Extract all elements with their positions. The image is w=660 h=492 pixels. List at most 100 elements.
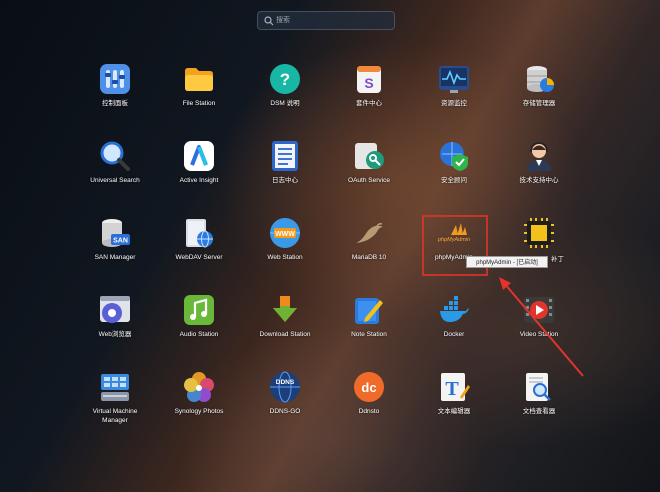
help-icon: ? xyxy=(269,63,301,95)
app-label: Ddnsto xyxy=(358,408,380,415)
svg-text:S: S xyxy=(364,75,373,91)
app-label: Note Station xyxy=(351,331,387,338)
app-file-station[interactable]: File Station xyxy=(151,61,247,133)
app-ddnsto[interactable]: dc Ddnsto xyxy=(321,369,417,441)
svg-text:phpMyAdmin: phpMyAdmin xyxy=(438,237,470,243)
phpmyadmin-icon: phpMyAdmin xyxy=(438,217,470,249)
document-viewer-icon xyxy=(523,371,555,403)
app-tooltip: phpMyAdmin - [已启动] xyxy=(466,256,548,268)
control-panel-icon xyxy=(99,63,131,95)
app-label: Synology Photos xyxy=(174,408,224,415)
docker-whale-icon xyxy=(438,294,470,326)
virtual-machine-icon xyxy=(99,371,131,403)
app-download-station[interactable]: Download Station xyxy=(237,292,333,364)
active-insight-icon xyxy=(183,140,215,172)
app-webdav-server[interactable]: WebDAV Server xyxy=(151,215,247,287)
app-label: 套件中心 xyxy=(356,100,382,107)
app-label: MariaDB 10 xyxy=(351,254,387,261)
app-label: Web浏览器 xyxy=(98,331,132,338)
app-oauth-service[interactable]: OAuth Service xyxy=(321,138,417,210)
app-label: DSM 说明 xyxy=(270,100,300,107)
search-bar[interactable] xyxy=(257,11,395,30)
app-label: SAN Manager xyxy=(94,254,136,261)
app-label: 技术支持中心 xyxy=(519,177,559,184)
app-log-center[interactable]: 日志中心 xyxy=(237,138,333,210)
download-arrow-icon xyxy=(269,294,301,326)
search-input[interactable] xyxy=(276,13,388,28)
app-patch[interactable]: 补丁 xyxy=(491,215,587,287)
resource-monitor-icon xyxy=(438,63,470,95)
app-label: 文档查看器 xyxy=(522,408,556,415)
svg-text:WWW: WWW xyxy=(275,231,295,238)
app-label: 安全顾问 xyxy=(441,177,467,184)
webdav-icon xyxy=(183,217,215,249)
mariadb-seal-icon xyxy=(353,217,385,249)
app-text-editor[interactable]: T 文本编辑器 xyxy=(406,369,502,441)
svg-text:SAN: SAN xyxy=(113,238,128,245)
app-label: Docker xyxy=(443,331,465,338)
app-video-station[interactable]: Video Station xyxy=(491,292,587,364)
app-label: Video Station xyxy=(519,331,559,338)
app-label: Active Insight xyxy=(179,177,219,184)
app-san-manager[interactable]: SAN SAN Manager xyxy=(67,215,163,287)
svg-text:dc: dc xyxy=(361,380,376,395)
app-docker[interactable]: Docker xyxy=(406,292,502,364)
svg-text:T: T xyxy=(445,378,459,400)
app-support-center[interactable]: 技术支持中心 xyxy=(491,138,587,210)
chip-icon xyxy=(523,217,555,249)
app-ddns-go[interactable]: DDNS DDNS-GO xyxy=(237,369,333,441)
app-mariadb[interactable]: MariaDB 10 xyxy=(321,215,417,287)
app-note-station[interactable]: Note Station xyxy=(321,292,417,364)
web-browser-icon xyxy=(99,294,131,326)
app-storage-manager[interactable]: 存储管理器 xyxy=(491,61,587,133)
app-resource-monitor[interactable]: 资源监控 xyxy=(406,61,502,133)
svg-text:?: ? xyxy=(280,70,290,89)
app-synology-photos[interactable]: Synology Photos xyxy=(151,369,247,441)
music-note-icon xyxy=(183,294,215,326)
package-center-icon: S xyxy=(353,63,385,95)
app-control-panel[interactable]: 控制面板 xyxy=(67,61,163,133)
app-label: 日志中心 xyxy=(272,177,298,184)
app-package-center[interactable]: S 套件中心 xyxy=(321,61,417,133)
app-document-viewer[interactable]: 文档查看器 xyxy=(491,369,587,441)
app-label: Universal Search xyxy=(90,177,140,184)
app-dsm-help[interactable]: ? DSM 说明 xyxy=(237,61,333,133)
app-label: OAuth Service xyxy=(348,177,390,184)
app-audio-station[interactable]: Audio Station xyxy=(151,292,247,364)
app-label: Audio Station xyxy=(179,331,219,338)
web-station-icon: WWW xyxy=(269,217,301,249)
app-label: 存储管理器 xyxy=(522,100,556,107)
app-label: Download Station xyxy=(259,331,311,338)
app-web-browser[interactable]: Web浏览器 xyxy=(67,292,163,364)
app-active-insight[interactable]: Active Insight xyxy=(151,138,247,210)
app-label: Web Station xyxy=(267,254,303,261)
app-label: 文本编辑器 xyxy=(437,408,471,415)
log-center-icon xyxy=(269,140,301,172)
svg-text:DDNS: DDNS xyxy=(276,379,295,386)
support-agent-icon xyxy=(523,140,555,172)
app-phpmyadmin[interactable]: phpMyAdmin phpMyAdmin xyxy=(406,215,502,287)
photos-flower-icon xyxy=(183,371,215,403)
oauth-icon xyxy=(353,140,385,172)
app-label: Virtual Machine Manager xyxy=(92,408,138,424)
magnifier-icon xyxy=(99,140,131,172)
app-web-station[interactable]: WWW Web Station xyxy=(237,215,333,287)
app-label: WebDAV Server xyxy=(175,254,223,261)
text-editor-icon: T xyxy=(438,371,470,403)
app-label: DDNS-GO xyxy=(269,408,301,415)
search-icon xyxy=(264,16,274,26)
app-virtual-machine-manager[interactable]: Virtual Machine Manager xyxy=(67,369,163,441)
app-label: File Station xyxy=(182,100,216,107)
app-universal-search[interactable]: Universal Search xyxy=(67,138,163,210)
app-label: 资源监控 xyxy=(441,100,467,107)
video-play-icon xyxy=(523,294,555,326)
storage-manager-icon xyxy=(523,63,555,95)
ddnsto-icon: dc xyxy=(353,371,385,403)
san-icon: SAN xyxy=(99,217,131,249)
security-shield-icon xyxy=(438,140,470,172)
app-label: 控制面板 xyxy=(102,100,128,107)
ddns-globe-icon: DDNS xyxy=(269,371,301,403)
app-security-advisor[interactable]: 安全顾问 xyxy=(406,138,502,210)
note-pen-icon xyxy=(353,294,385,326)
folder-icon xyxy=(183,63,215,95)
